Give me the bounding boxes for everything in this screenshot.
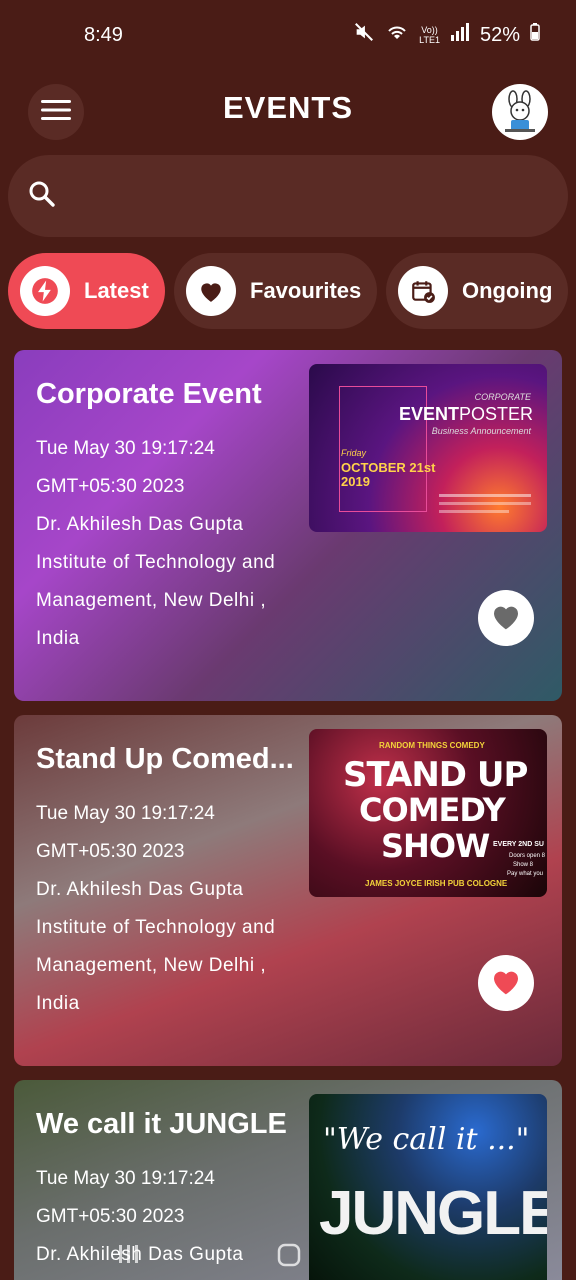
poster-title-a: EVENT	[398, 404, 459, 424]
event-name: Corporate Event	[36, 378, 262, 410]
poster-line2: COMEDY	[359, 791, 506, 829]
poster-side2: Doors open 8	[509, 853, 546, 859]
search-input[interactable]	[70, 184, 530, 208]
heart-filled-icon	[490, 966, 522, 1001]
tab-favourites[interactable]: Favourites	[174, 253, 377, 329]
poster-text-line	[439, 502, 531, 505]
page-title: EVENTS	[222, 90, 354, 125]
poster-top-label: RANDOM THINGS COMEDY	[379, 741, 485, 750]
favourite-button[interactable]	[478, 955, 534, 1011]
recent-apps-icon[interactable]	[116, 1242, 142, 1271]
lightning-icon	[20, 266, 70, 316]
event-date: Tue May 30 19:17:24 GMT+05:30 2023	[36, 438, 215, 497]
app-bar: EVENTS	[0, 80, 576, 142]
poster-year: 2019	[341, 474, 370, 489]
filter-tabs: Latest Favourites Ongoing	[8, 253, 576, 329]
poster-text-line	[439, 510, 509, 513]
poster-text-line	[439, 494, 531, 497]
event-date: Tue May 30 19:17:24 GMT+05:30 2023	[36, 803, 215, 862]
event-location: Dr. Akhilesh Das Gupta Institute of Tech…	[36, 514, 276, 649]
battery-icon	[530, 23, 540, 47]
mute-icon	[353, 21, 375, 49]
search-bar[interactable]	[8, 155, 568, 237]
event-name: Stand Up Comed...	[36, 743, 294, 775]
poster-side1: EVERY 2ND SU	[493, 841, 544, 848]
calendar-check-icon	[398, 266, 448, 316]
poster-side3: Show 8	[513, 862, 534, 868]
poster-side4: Pay what you	[507, 871, 544, 877]
status-time: 8:49	[84, 23, 123, 46]
status-bar: 8:49 Vo)) LTE1 52%	[0, 0, 576, 70]
event-location: Dr. Akhilesh Das Gupta Institute of Tech…	[36, 879, 276, 1014]
poster-day: Friday	[341, 448, 367, 458]
tab-label: Favourites	[250, 278, 362, 303]
network-top: Vo))	[421, 25, 438, 35]
search-icon	[28, 180, 56, 213]
poster-line3: SHOW	[381, 827, 490, 865]
poster-subtitle: Business Announcement	[431, 426, 531, 436]
network-bottom: LTE1	[419, 35, 440, 45]
battery-level: 52%	[479, 23, 520, 46]
event-poster: CORPORATE EVENTPOSTER Business Announcem…	[309, 364, 547, 532]
tab-latest[interactable]: Latest	[8, 253, 165, 329]
event-name: We call it JUNGLE	[36, 1108, 287, 1140]
tab-label: Latest	[84, 278, 149, 303]
system-nav-bar	[0, 1236, 576, 1280]
event-date: Tue May 30 19:17:24 GMT+05:30 2023	[36, 1168, 215, 1227]
poster-bottom: JAMES JOYCE IRISH PUB COLOGNE	[365, 879, 508, 888]
tab-label: Ongoing	[462, 278, 553, 303]
favourite-button[interactable]	[478, 590, 534, 646]
heart-icon	[186, 266, 236, 316]
profile-icon	[505, 90, 535, 132]
event-card[interactable]: Stand Up Comed... Tue May 30 19:17:24 GM…	[14, 715, 562, 1066]
heart-outline-icon	[490, 601, 522, 636]
home-icon[interactable]	[276, 1242, 302, 1273]
poster-label: CORPORATE	[474, 392, 531, 402]
poster-date: OCTOBER 21st	[341, 460, 436, 475]
status-icons: Vo)) LTE1 52%	[353, 21, 540, 49]
avatar[interactable]	[492, 84, 548, 140]
poster-line1: "We call it ..."	[323, 1122, 530, 1157]
event-card[interactable]: Corporate Event Tue May 30 19:17:24 GMT+…	[14, 350, 562, 701]
event-poster: RANDOM THINGS COMEDY STAND UP COMEDY SHO…	[309, 729, 547, 897]
network-label: Vo)) LTE1	[419, 25, 440, 45]
poster-line1: STAND UP	[343, 755, 528, 795]
poster-title: EVENTPOSTER	[399, 404, 533, 425]
tab-ongoing[interactable]: Ongoing	[386, 253, 568, 329]
poster-title-b: POSTER	[458, 404, 533, 424]
wifi-icon	[385, 21, 409, 49]
signal-icon	[450, 22, 470, 48]
